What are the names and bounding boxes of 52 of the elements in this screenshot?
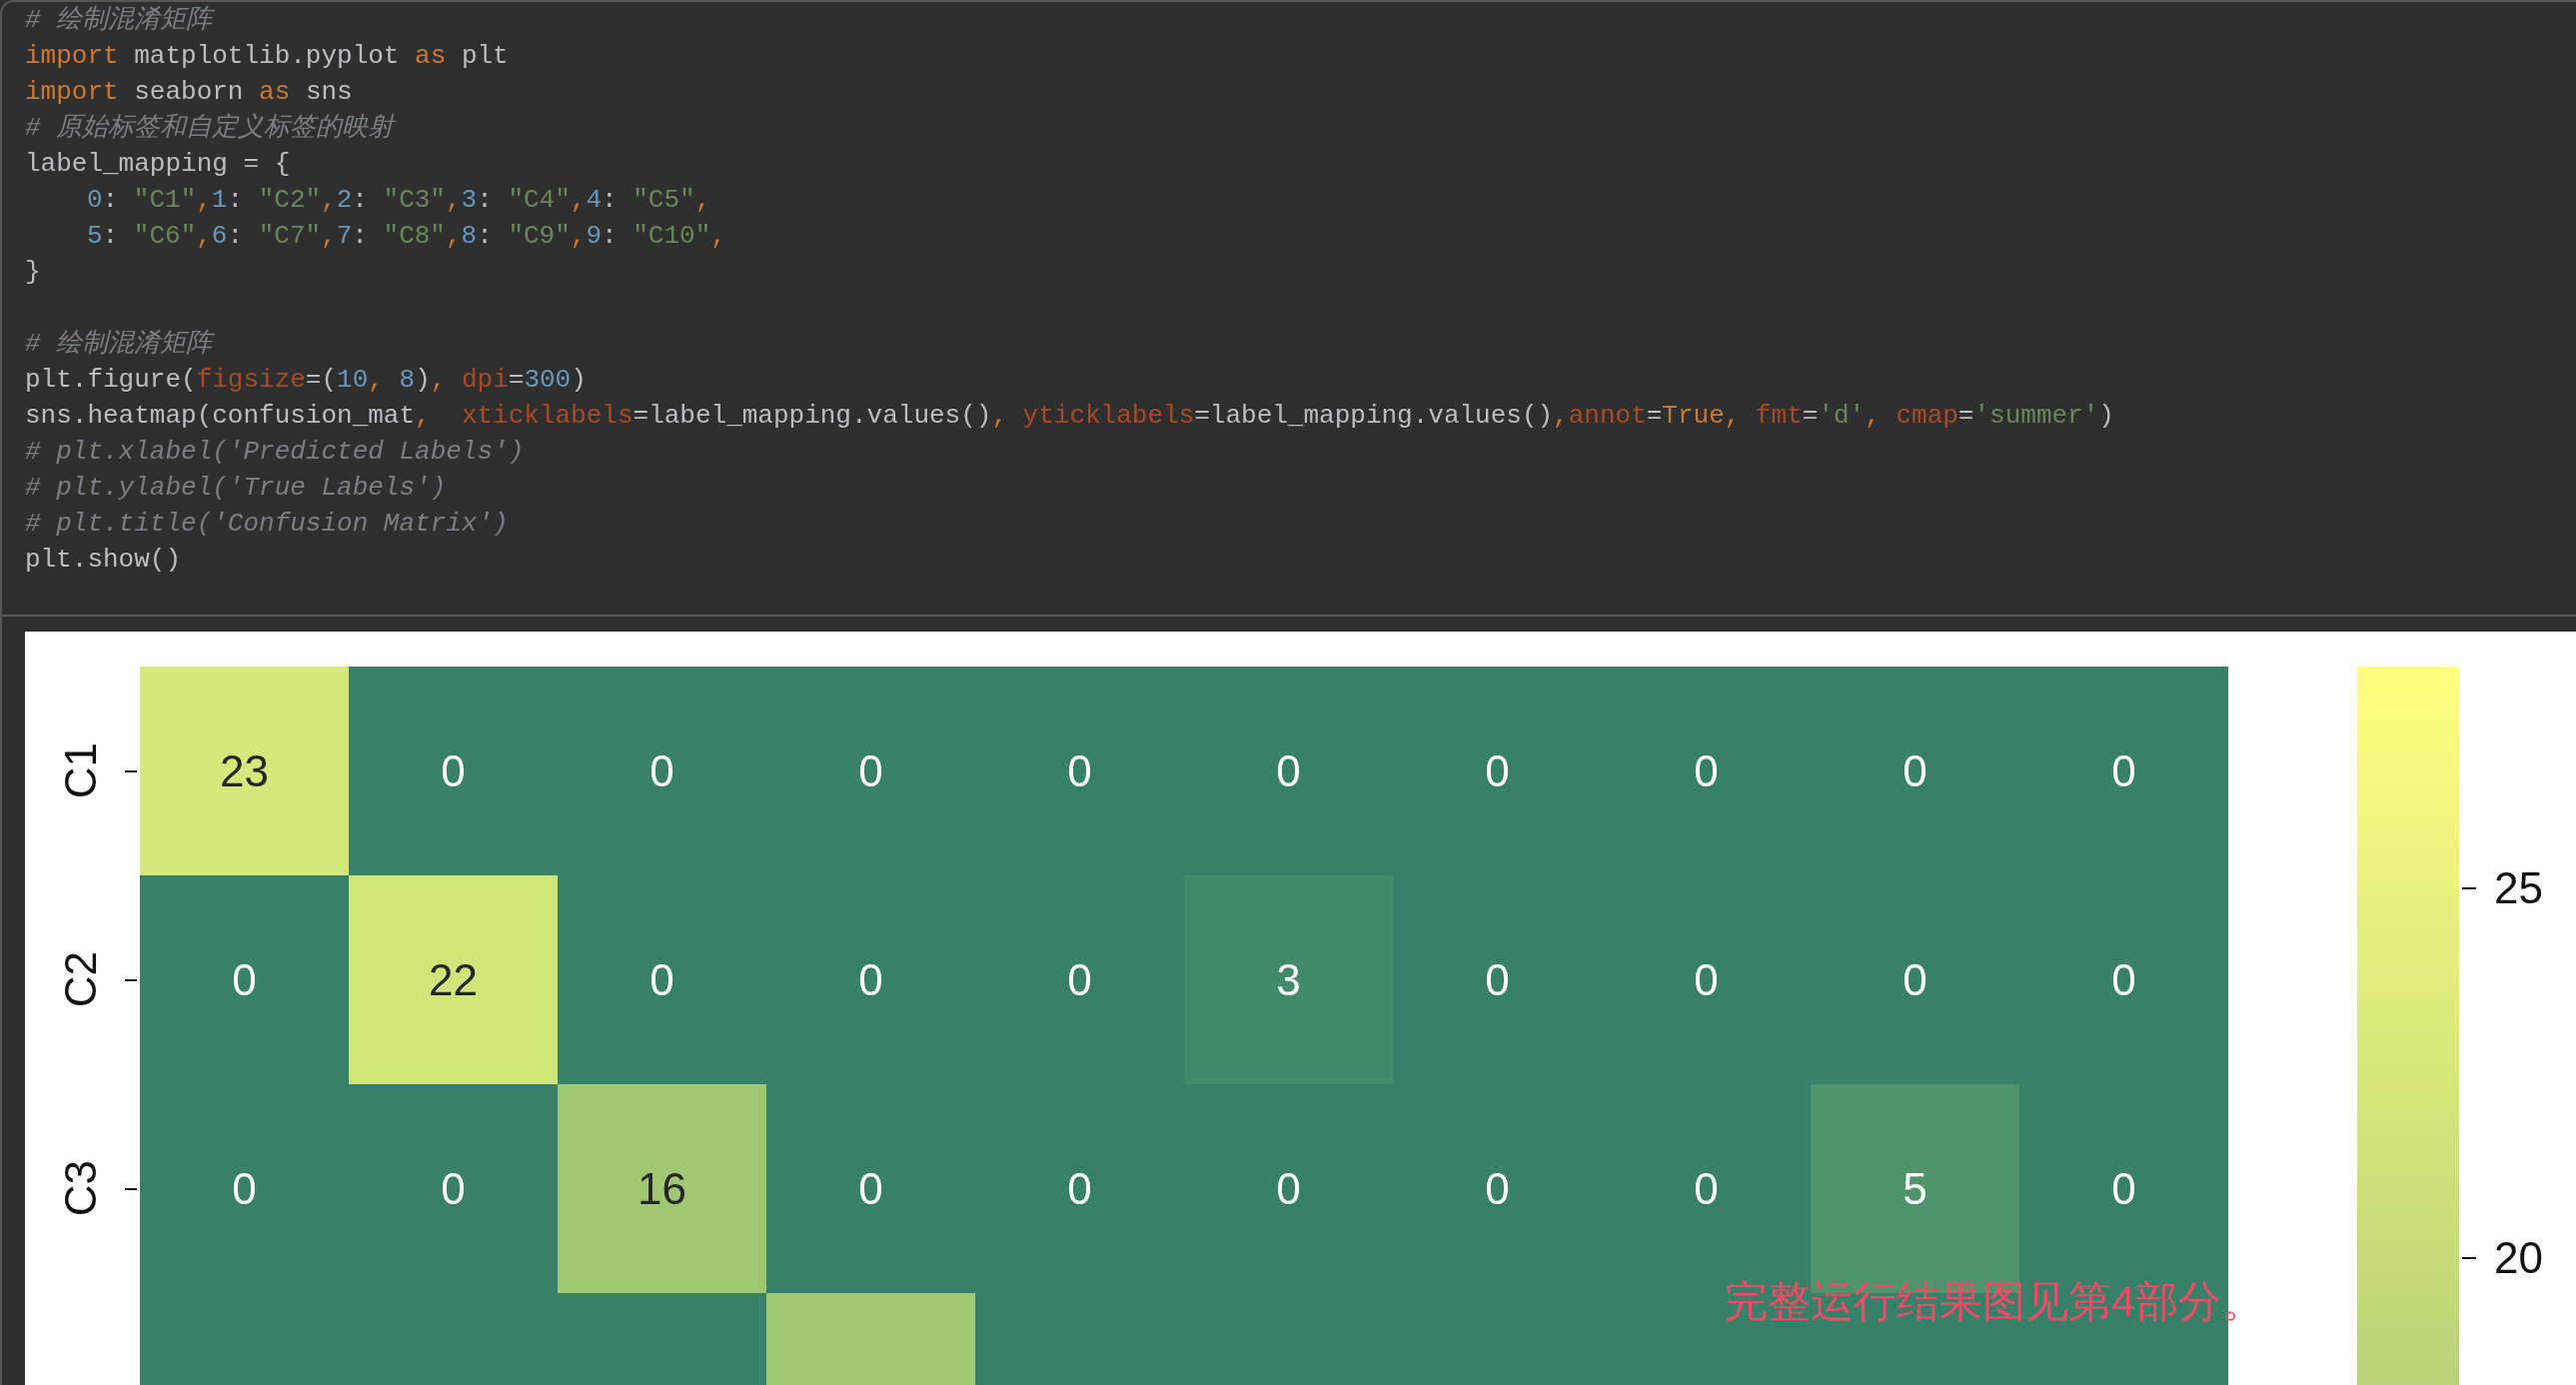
tick-mark — [125, 1187, 137, 1190]
heatmap-cell: 0 — [766, 875, 975, 1084]
axis-label: C3 — [59, 1160, 103, 1217]
heatmap-cell: 0 — [1393, 1084, 1602, 1293]
code-line: sns.heatmap(confusion_mat, xticklabels=label_mapping.values(), yticklabels=label_mapping.values(),annot=True, fmt='d', cmap='summer') — [25, 400, 2114, 433]
heatmap-cell: 0 — [140, 1084, 349, 1293]
code-line: # 绘制混淆矩阵 — [25, 4, 213, 37]
tick-mark — [125, 769, 137, 772]
heatmap-cell: 0 — [975, 667, 1184, 875]
heatmap-cell: 0 — [140, 875, 349, 1084]
code-line: plt.show() — [25, 544, 182, 577]
heatmap-cell: 0 — [1602, 667, 1811, 875]
tick-mark — [2462, 887, 2476, 889]
tick-mark — [125, 978, 137, 981]
heatmap-cell: 0 — [1184, 1084, 1393, 1293]
code-line: } — [25, 256, 41, 289]
tick-mark — [2462, 1257, 2476, 1259]
heatmap-cell: 0 — [1602, 875, 1811, 1084]
heatmap-cell: 0 — [349, 1084, 558, 1293]
code-line: label_mapping = { — [25, 148, 291, 181]
code-line: # plt.xlabel('Predicted Labels') — [25, 436, 525, 469]
axis-label: C2 — [59, 951, 103, 1008]
heatmap-cell: 3 — [1184, 875, 1393, 1084]
heatmap-cell: 16 — [558, 1084, 766, 1293]
tick-label: 20 — [2494, 1236, 2543, 1280]
heatmap-cell: 0 — [2019, 667, 2228, 875]
heatmap-cell: 0 — [349, 667, 558, 875]
heatmap-cell: 0 — [1811, 875, 2019, 1084]
heatmap-cell: 0 — [2019, 875, 2228, 1084]
heatmap-cell: 0 — [1393, 875, 1602, 1084]
heatmap-cell: 22 — [349, 875, 558, 1084]
code-line: 5: "C6",6: "C7",7: "C8",8: "C9",9: "C10", — [87, 220, 726, 253]
heatmap-cell: 0 — [766, 1084, 975, 1293]
code-line: # plt.ylabel('True Labels') — [25, 472, 447, 505]
heatmap-cell: 0 — [1184, 667, 1393, 875]
code-line: 0: "C1",1: "C2",2: "C3",3: "C4",4: "C5", — [87, 184, 711, 217]
code-line: import matplotlib.pyplot as plt — [25, 40, 509, 73]
code-line: # plt.title('Confusion Matrix') — [25, 508, 509, 541]
heatmap-cell: 0 — [1393, 667, 1602, 875]
heatmap-cell: 23 — [140, 667, 349, 875]
heatmap-cell: 0 — [558, 875, 766, 1084]
code-line: import seaborn as sns — [25, 76, 353, 109]
heatmap-cell: 0 — [558, 667, 766, 875]
code-line: # 原始标签和自定义标签的映射 — [25, 112, 395, 145]
axis-label: C1 — [59, 742, 103, 799]
tick-label: 25 — [2494, 866, 2543, 910]
heatmap-cell: 0 — [766, 667, 975, 875]
heatmap-cell: 0 — [975, 1084, 1184, 1293]
code-line: # 绘制混淆矩阵 — [25, 328, 213, 361]
heatmap-cell: 0 — [975, 875, 1184, 1084]
heatmap-cell: 0 — [1811, 667, 2019, 875]
code-line: plt.figure(figsize=(10, 8), dpi=300) — [25, 364, 587, 397]
